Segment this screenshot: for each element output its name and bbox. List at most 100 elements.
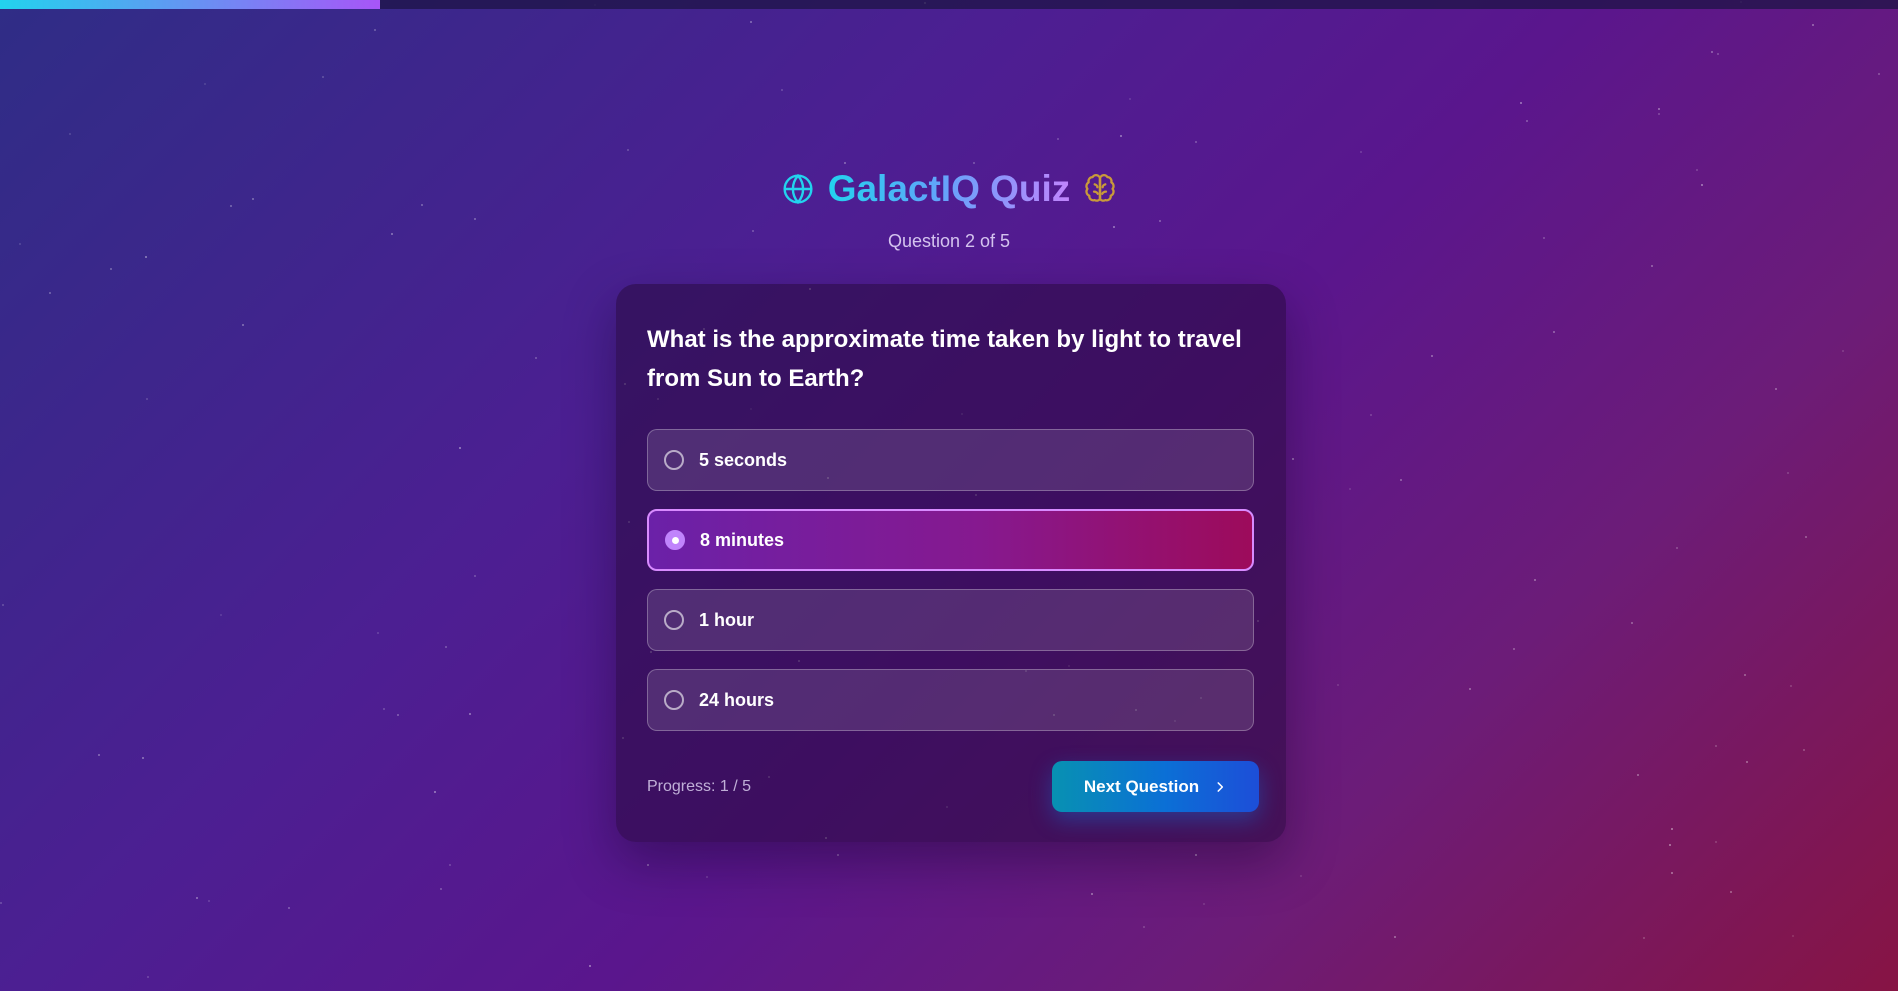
question-card: What is the approximate time taken by li…: [616, 284, 1286, 842]
star: [837, 854, 839, 856]
star: [449, 864, 451, 866]
answer-option-label: 1 hour: [699, 609, 755, 630]
star: [1658, 113, 1660, 115]
star: [750, 21, 752, 23]
star: [1651, 265, 1653, 267]
star: [1812, 24, 1814, 26]
star: [1553, 331, 1555, 333]
chevron-right-icon: [1213, 780, 1227, 794]
star: [1711, 51, 1713, 53]
star: [1637, 774, 1639, 776]
star: [49, 292, 51, 294]
star: [1792, 935, 1794, 937]
star: [1746, 761, 1748, 763]
star: [1671, 828, 1673, 830]
answer-option-label: 24 hours: [699, 689, 775, 710]
star: [1513, 648, 1515, 650]
star: [474, 575, 476, 577]
star: [973, 162, 975, 164]
star: [69, 133, 71, 135]
radio-button[interactable]: [664, 690, 684, 710]
answer-option[interactable]: 8 minutes: [647, 509, 1254, 571]
star: [1431, 355, 1433, 357]
star: [1671, 872, 1673, 874]
star: [1643, 937, 1645, 939]
app-title-row: GalactIQ Quiz: [782, 165, 1117, 213]
star: [1775, 388, 1777, 390]
star: [1349, 488, 1351, 490]
star: [220, 614, 222, 616]
star: [1730, 891, 1732, 893]
quiz-header: GalactIQ Quiz Question 2 of 5: [0, 165, 1898, 252]
radio-button[interactable]: [665, 530, 685, 550]
star: [1469, 688, 1471, 690]
star: [469, 713, 471, 715]
star: [1790, 685, 1792, 687]
star: [1370, 414, 1372, 416]
top-progress-bar: [0, 0, 1898, 9]
star: [1195, 141, 1197, 143]
progress-text: Progress: 1 / 5: [647, 777, 752, 795]
star: [1337, 684, 1339, 686]
star: [1129, 98, 1131, 100]
radio-selected-dot: [671, 536, 679, 544]
star: [1715, 841, 1717, 843]
star: [1195, 854, 1197, 856]
star: [1676, 547, 1678, 549]
star: [110, 268, 112, 270]
answer-options: 5 seconds 8 minutes 1 hour 24 hours: [647, 429, 1254, 731]
question-counter: Question 2 of 5: [887, 231, 1011, 251]
star: [147, 976, 149, 978]
star: [1803, 749, 1805, 751]
answer-option[interactable]: 1 hour: [647, 589, 1254, 651]
answer-option-label: 5 seconds: [699, 449, 788, 470]
star: [1715, 745, 1717, 747]
star: [383, 708, 385, 710]
star: [1534, 579, 1536, 581]
next-question-button[interactable]: Next Question: [1052, 761, 1259, 812]
radio-button[interactable]: [664, 450, 684, 470]
star: [1203, 903, 1205, 905]
star: [1631, 622, 1633, 624]
card-footer: Progress: 1 / 5 Next Question: [647, 761, 1259, 812]
star: [445, 646, 447, 648]
star: [1805, 536, 1807, 538]
answer-option[interactable]: 5 seconds: [647, 429, 1254, 491]
star: [1878, 73, 1880, 75]
star: [1057, 138, 1059, 140]
star: [204, 83, 206, 85]
star: [1143, 926, 1145, 928]
star: [647, 864, 649, 866]
star: [196, 897, 198, 899]
star: [1658, 108, 1660, 110]
star: [434, 791, 436, 793]
star: [322, 76, 324, 78]
star: [1717, 53, 1719, 55]
star: [374, 29, 376, 31]
star: [397, 714, 399, 716]
answer-option-label: 8 minutes: [700, 529, 785, 550]
star: [146, 398, 148, 400]
star: [1360, 151, 1362, 153]
star: [208, 900, 210, 902]
star: [145, 256, 147, 258]
star: [1526, 120, 1528, 122]
star: [288, 907, 290, 909]
star: [1842, 350, 1844, 352]
star: [0, 902, 2, 904]
radio-button[interactable]: [664, 610, 684, 630]
answer-option[interactable]: 24 hours: [647, 669, 1254, 731]
brain-icon: [1084, 173, 1116, 205]
app-title: GalactIQ Quiz: [828, 165, 1071, 213]
star: [1292, 458, 1294, 460]
star: [1120, 135, 1122, 137]
star: [1669, 844, 1671, 846]
star: [2, 604, 4, 606]
star: [706, 876, 708, 878]
star: [1394, 936, 1396, 938]
star: [1400, 479, 1402, 481]
star: [377, 632, 379, 634]
star: [1744, 674, 1746, 676]
star: [242, 324, 244, 326]
star: [98, 754, 100, 756]
